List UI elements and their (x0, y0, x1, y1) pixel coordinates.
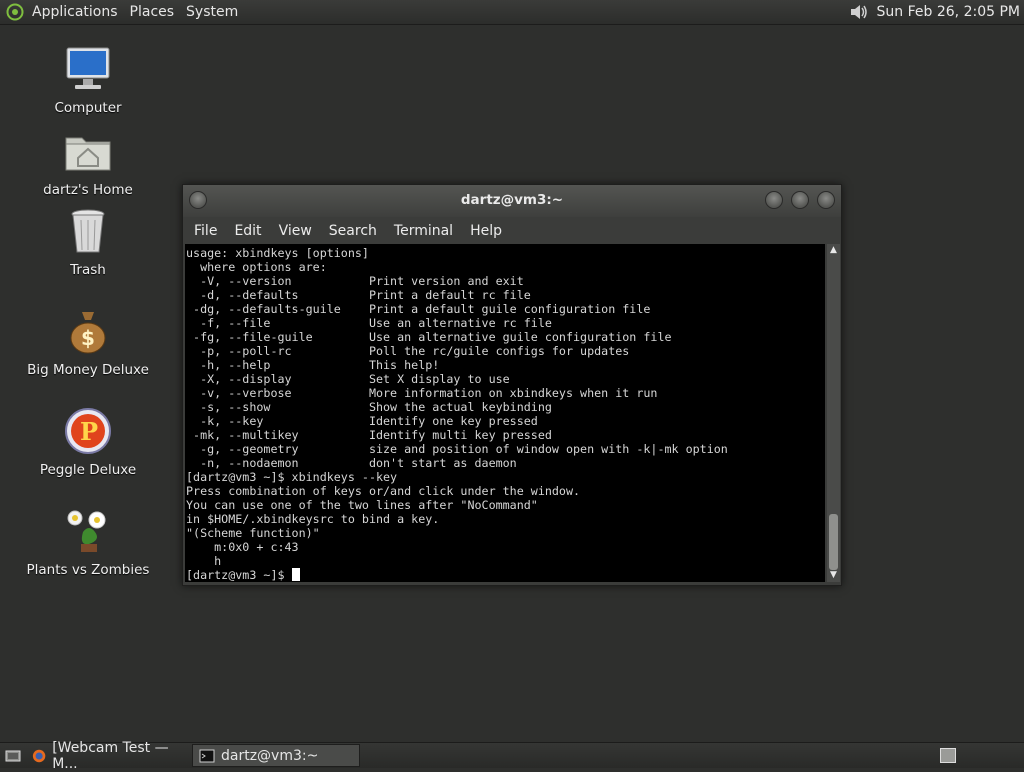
terminal-line: "(Scheme function)" (186, 526, 320, 540)
taskbar-item-terminal[interactable]: dartz@vm3:~ (192, 744, 360, 767)
terminal-prompt: [dartz@vm3 ~]$ (186, 568, 292, 582)
terminal-line: -d, --defaults Print a default rc file (200, 288, 531, 302)
show-desktop-icon[interactable] (4, 747, 22, 765)
scroll-down-arrow-icon[interactable]: ▼ (827, 569, 840, 582)
svg-text:P: P (80, 417, 98, 446)
menu-search[interactable]: Search (320, 223, 385, 239)
terminal-line: You can use one of the two lines after "… (186, 498, 538, 512)
desktop-icon-label: Trash (70, 262, 106, 278)
desktop-icon-label: Computer (54, 100, 122, 116)
terminal-text: usage: xbindkeys [options] where options… (185, 244, 825, 582)
desktop-icon-label: Plants vs Zombies (26, 562, 150, 578)
svg-text:$: $ (81, 326, 95, 350)
terminal-line: -v, --verbose More information on xbindk… (200, 386, 658, 400)
terminal-line: -fg, --file-guile Use an alternative gui… (193, 330, 672, 344)
distro-logo-icon[interactable] (6, 3, 24, 21)
scroll-up-arrow-icon[interactable]: ▲ (827, 244, 840, 257)
close-button[interactable] (817, 191, 835, 209)
taskbar-item-label: dartz@vm3:~ (221, 747, 319, 764)
taskbar-item-webcam[interactable]: [Webcam Test — M... (26, 740, 188, 772)
terminal-line: in $HOME/.xbindkeysrc to bind a key. (186, 512, 440, 526)
clock[interactable]: Sun Feb 26, 2:05 PM (877, 4, 1020, 20)
desktop-icon-label: Peggle Deluxe (39, 462, 137, 478)
desktop-icon-trash[interactable]: Trash (18, 206, 158, 278)
menu-file[interactable]: File (185, 223, 225, 239)
trash-icon (71, 209, 105, 253)
workspace-switcher[interactable] (940, 748, 956, 763)
window-titlebar[interactable]: dartz@vm3:~ (183, 185, 841, 217)
terminal-window[interactable]: dartz@vm3:~ File Edit View Search Termin… (182, 184, 842, 586)
terminal-line: where options are: (200, 260, 327, 274)
desktop-icon-computer[interactable]: Computer (18, 44, 158, 116)
terminal-line: usage: xbindkeys [options] (186, 246, 369, 260)
terminal-line: -dg, --defaults-guile Print a default gu… (193, 302, 651, 316)
places-menu[interactable]: Places (126, 4, 183, 20)
terminal-line: h (214, 554, 222, 568)
system-menu[interactable]: System (182, 4, 246, 20)
volume-icon[interactable] (849, 2, 869, 22)
terminal-menubar: File Edit View Search Terminal Help (183, 217, 841, 244)
terminal-line: [dartz@vm3 ~]$ xbindkeys --key (186, 470, 398, 484)
terminal-line: -n, --nodaemon don't start as daemon (200, 456, 517, 470)
menu-edit[interactable]: Edit (225, 223, 269, 239)
terminal-line: -X, --display Set X display to use (200, 372, 510, 386)
window-title: dartz@vm3:~ (460, 192, 564, 208)
plants-icon (67, 510, 106, 552)
peggle-icon: P (65, 408, 111, 454)
menu-view[interactable]: View (270, 223, 320, 239)
computer-icon (66, 47, 110, 89)
maximize-button[interactable] (791, 191, 809, 209)
desktop-icon-plants-vs-zombies[interactable]: Plants vs Zombies (18, 506, 158, 578)
menu-terminal[interactable]: Terminal (385, 223, 461, 239)
terminal-scrollbar[interactable]: ▲ ▼ (827, 244, 840, 582)
firefox-icon (32, 749, 46, 762)
desktop-icon-big-money[interactable]: $ Big Money Deluxe (18, 306, 158, 378)
terminal-line: Press combination of keys or/and click u… (186, 484, 581, 498)
top-panel: Applications Places System Sun Feb 26, 2… (0, 0, 1024, 25)
terminal-line: -h, --help This help! (200, 358, 440, 372)
desktop-icon-label: Big Money Deluxe (27, 362, 149, 378)
applications-menu[interactable]: Applications (28, 4, 126, 20)
menu-help[interactable]: Help (461, 223, 510, 239)
minimize-button[interactable] (765, 191, 783, 209)
terminal-icon (199, 749, 215, 762)
top-panel-tray: Sun Feb 26, 2:05 PM (849, 0, 1020, 24)
terminal-output[interactable]: usage: xbindkeys [options] where options… (185, 244, 825, 582)
home-folder-icon (65, 137, 111, 171)
scrollbar-thumb[interactable] (829, 514, 838, 570)
terminal-line: m:0x0 + c:43 (214, 540, 299, 554)
text-cursor (291, 568, 300, 581)
desktop-icon-label: dartz's Home (43, 182, 133, 198)
terminal-line: -f, --file Use an alternative rc file (200, 316, 552, 330)
terminal-line: -k, --key Identify one key pressed (200, 414, 538, 428)
terminal-line: -p, --poll-rc Poll the rc/guile configs … (200, 344, 630, 358)
bottom-panel: [Webcam Test — M... dartz@vm3:~ (0, 740, 1024, 772)
desktop-icon-home[interactable]: dartz's Home (18, 126, 158, 198)
taskbar-item-label: [Webcam Test — M... (52, 739, 169, 772)
desktop-icon-peggle[interactable]: P Peggle Deluxe (18, 406, 158, 478)
terminal-line: -s, --show Show the actual keybinding (200, 400, 552, 414)
terminal-line: -g, --geometry size and position of wind… (200, 442, 728, 456)
terminal-line: -mk, --multikey Identify multi key press… (193, 428, 552, 442)
terminal-line: -V, --version Print version and exit (200, 274, 524, 288)
money-bag-icon: $ (70, 312, 106, 354)
